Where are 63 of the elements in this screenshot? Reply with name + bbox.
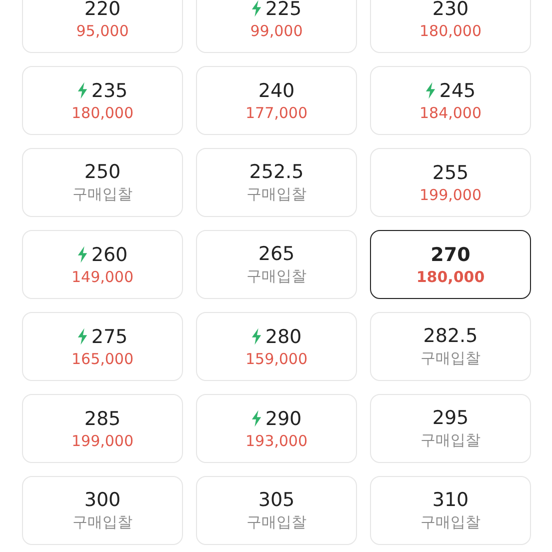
size-label: 230: [432, 0, 469, 20]
size-option[interactable]: 295 구매입찰: [370, 394, 531, 463]
price-label: 180,000: [419, 22, 482, 40]
price-label: 구매입찰: [420, 431, 480, 450]
size-label: 275: [91, 326, 128, 348]
price-label: 구매입찰: [420, 349, 480, 368]
price-label: 95,000: [76, 22, 129, 40]
size-option[interactable]: 290 193,000: [196, 394, 357, 463]
price-label: 구매입찰: [72, 513, 132, 532]
size-label: 235: [91, 80, 128, 102]
price-label: 184,000: [419, 104, 482, 122]
size-label: 220: [84, 0, 121, 20]
size-option[interactable]: 255 199,000: [370, 148, 531, 217]
size-label: 282.5: [423, 325, 478, 347]
price-label: 177,000: [245, 104, 308, 122]
size-option[interactable]: 270 180,000: [370, 230, 531, 299]
price-label: 구매입찰: [420, 513, 480, 532]
size-option[interactable]: 282.5 구매입찰: [370, 312, 531, 381]
size-option[interactable]: 265 구매입찰: [196, 230, 357, 299]
size-option[interactable]: 250 구매입찰: [22, 148, 183, 217]
size-label: 285: [84, 408, 121, 430]
size-option[interactable]: 235 180,000: [22, 66, 183, 135]
size-option[interactable]: 245 184,000: [370, 66, 531, 135]
size-option[interactable]: 305 구매입찰: [196, 476, 357, 545]
size-option[interactable]: 260 149,000: [22, 230, 183, 299]
size-label: 290: [265, 408, 302, 430]
size-option[interactable]: 285 199,000: [22, 394, 183, 463]
size-label: 310: [432, 489, 469, 511]
price-label: 구매입찰: [72, 185, 132, 204]
size-label: 245: [439, 80, 476, 102]
size-option[interactable]: 225 99,000: [196, 0, 357, 53]
size-option[interactable]: 230 180,000: [370, 0, 531, 53]
size-label: 305: [258, 489, 295, 511]
price-label: 199,000: [419, 186, 482, 204]
size-option[interactable]: 280 159,000: [196, 312, 357, 381]
price-label: 180,000: [71, 104, 134, 122]
price-label: 구매입찰: [246, 185, 306, 204]
size-label: 265: [258, 243, 295, 265]
size-label: 240: [258, 80, 295, 102]
size-option[interactable]: 240 177,000: [196, 66, 357, 135]
size-option[interactable]: 310 구매입찰: [370, 476, 531, 545]
size-option[interactable]: 300 구매입찰: [22, 476, 183, 545]
price-label: 193,000: [245, 432, 308, 450]
price-label: 149,000: [71, 268, 134, 286]
price-label: 구매입찰: [246, 513, 306, 532]
size-label: 252.5: [249, 161, 304, 183]
size-option[interactable]: 220 95,000: [22, 0, 183, 53]
price-label: 180,000: [416, 268, 485, 286]
size-label: 300: [84, 489, 121, 511]
price-label: 199,000: [71, 432, 134, 450]
size-label: 255: [432, 162, 469, 184]
price-label: 구매입찰: [246, 267, 306, 286]
price-label: 159,000: [245, 350, 308, 368]
size-label: 270: [430, 244, 470, 266]
size-label: 260: [91, 244, 128, 266]
size-label: 250: [84, 161, 121, 183]
size-label: 225: [265, 0, 302, 20]
price-label: 165,000: [71, 350, 134, 368]
price-label: 99,000: [250, 22, 303, 40]
size-option[interactable]: 252.5 구매입찰: [196, 148, 357, 217]
size-option[interactable]: 275 165,000: [22, 312, 183, 381]
size-label: 295: [432, 407, 469, 429]
size-label: 280: [265, 326, 302, 348]
